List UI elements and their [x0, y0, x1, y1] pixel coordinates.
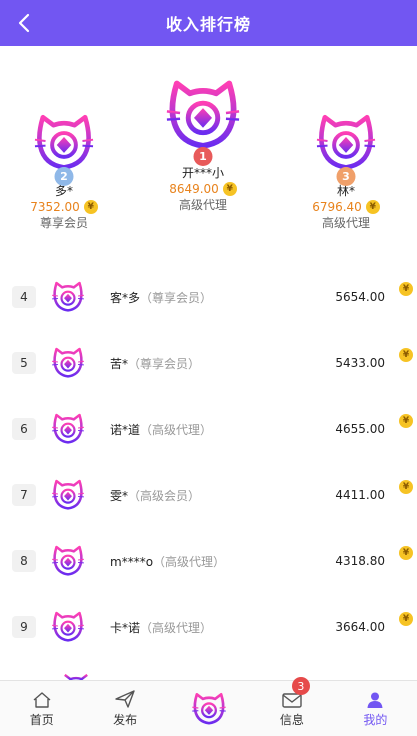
avatar: 3: [313, 108, 379, 186]
amount: 8649.00 ¥: [169, 182, 237, 196]
name-text: 诺*道: [110, 422, 141, 437]
name-text: 卡*诺: [110, 620, 141, 635]
list-item[interactable]: 4 客*多（尊享会员） 5654.00 ¥: [0, 264, 417, 330]
amount-value: 5654.00: [335, 290, 385, 304]
list-item[interactable]: 6 诺*道（高级代理） 4655.00 ¥: [0, 396, 417, 462]
nav-label: 首页: [29, 713, 54, 727]
podium-item-1[interactable]: 1 开***小 8649.00 ¥ 高级代理: [143, 72, 263, 212]
rank-number: 5: [12, 352, 36, 374]
member-level: （尊享会员）: [140, 290, 213, 305]
member-level: 高级代理: [178, 198, 227, 212]
avatar: [50, 278, 86, 314]
rank-number: 6: [12, 418, 36, 440]
ranking-list: 4 客*多（尊享会员） 5654.00 ¥ 5 苦*（尊享会员） 5433.00…: [0, 264, 417, 660]
avatar: [50, 608, 86, 644]
user-icon: [367, 692, 383, 708]
name-text: m****o: [110, 554, 154, 569]
member-level: （高级会员）: [128, 488, 201, 503]
nav-mine[interactable]: 我的: [334, 681, 417, 736]
coin-icon: ¥: [399, 282, 413, 296]
amount: 7352.00 ¥: [30, 200, 98, 214]
app-logo-icon: [162, 72, 244, 154]
coin-icon: ¥: [399, 612, 413, 626]
amount-value: 7352.00: [30, 200, 80, 214]
avatar: [50, 542, 86, 578]
user-name: 开***小: [181, 166, 224, 180]
page-title: 收入排行榜: [165, 15, 251, 34]
user-name: m****o（高级代理）: [110, 553, 225, 570]
coin-icon: ¥: [399, 480, 413, 494]
rank-badge: 3: [336, 167, 356, 186]
user-name: 苦*（尊享会员）: [110, 355, 200, 372]
amount-value: 3664.00: [335, 620, 385, 634]
bottom-nav: 首页 发布 3 信息 我的: [0, 677, 417, 736]
app-logo-icon: [31, 108, 97, 174]
rank-number: 7: [12, 484, 36, 506]
member-level: （高级代理）: [140, 422, 213, 437]
avatar: [50, 344, 86, 380]
rank-number: 4: [12, 286, 36, 308]
amount-value: 8649.00: [169, 182, 219, 196]
member-level: （高级代理）: [140, 620, 213, 635]
user-name: 卡*诺（高级代理）: [110, 619, 212, 636]
podium-item-3[interactable]: 3 林* 6796.40 ¥ 高级代理: [286, 108, 406, 230]
coin-icon: ¥: [399, 414, 413, 428]
amount-value: 4411.00: [335, 488, 385, 502]
nav-label: 信息: [279, 713, 304, 727]
coin-icon: ¥: [83, 200, 98, 214]
user-name: 林*: [336, 184, 355, 198]
avatar: [50, 410, 86, 446]
avatar: [50, 476, 86, 512]
nav-publish[interactable]: 发布: [83, 681, 166, 736]
app: 收入排行榜 2 多* 7352.00 ¥ 尊享会员 1 开***小 8649.0…: [0, 0, 417, 736]
name-text: 雯*: [110, 488, 129, 503]
chevron-left-icon: [18, 13, 30, 33]
list-item[interactable]: 8 m****o（高级代理） 4318.80 ¥: [0, 528, 417, 594]
user-name: 诺*道（高级代理）: [110, 421, 212, 438]
podium: 2 多* 7352.00 ¥ 尊享会员 1 开***小 8649.00 ¥ 高级…: [0, 46, 417, 251]
avatar: 2: [31, 108, 97, 186]
nav-home[interactable]: 首页: [0, 681, 83, 736]
list-item[interactable]: 7 雯*（高级会员） 4411.00 ¥: [0, 462, 417, 528]
coin-icon: ¥: [399, 348, 413, 362]
member-level: 尊享会员: [39, 216, 88, 230]
amount-value: 4318.80: [335, 554, 385, 568]
header-bar: 收入排行榜: [0, 0, 417, 46]
nav-label: 发布: [113, 713, 138, 727]
coin-icon: ¥: [399, 546, 413, 560]
home-icon: [33, 692, 51, 708]
nav-center[interactable]: [167, 681, 250, 736]
app-logo-icon: [313, 108, 379, 174]
user-name: 客*多（尊享会员）: [110, 289, 212, 306]
message-badge: 3: [291, 677, 310, 695]
nav-messages[interactable]: 3 信息: [250, 677, 333, 736]
amount: 6796.40 ¥: [312, 200, 380, 214]
avatar: 1: [162, 72, 244, 166]
member-level: （高级代理）: [153, 554, 226, 569]
user-name: 多*: [54, 184, 73, 198]
list-item[interactable]: 5 苦*（尊享会员） 5433.00 ¥: [0, 330, 417, 396]
rank-badge: 1: [193, 147, 213, 166]
nav-label: 我的: [363, 713, 388, 727]
amount-value: 4655.00: [335, 422, 385, 436]
app-logo-icon: [190, 689, 228, 727]
list-item[interactable]: 9 卡*诺（高级代理） 3664.00 ¥: [0, 594, 417, 660]
user-name: 雯*（高级会员）: [110, 487, 200, 504]
rank-number: 9: [12, 616, 36, 638]
send-icon: [115, 690, 135, 708]
coin-icon: ¥: [222, 182, 237, 196]
name-text: 客*多: [110, 290, 141, 305]
member-level: （尊享会员）: [128, 356, 201, 371]
member-level: 高级代理: [321, 216, 370, 230]
back-button[interactable]: [10, 9, 38, 37]
amount-value: 5433.00: [335, 356, 385, 370]
rank-badge: 2: [54, 167, 74, 186]
coin-icon: ¥: [365, 200, 380, 214]
podium-item-2[interactable]: 2 多* 7352.00 ¥ 尊享会员: [4, 108, 124, 230]
name-text: 苦*: [110, 356, 129, 371]
rank-number: 8: [12, 550, 36, 572]
amount-value: 6796.40: [312, 200, 362, 214]
